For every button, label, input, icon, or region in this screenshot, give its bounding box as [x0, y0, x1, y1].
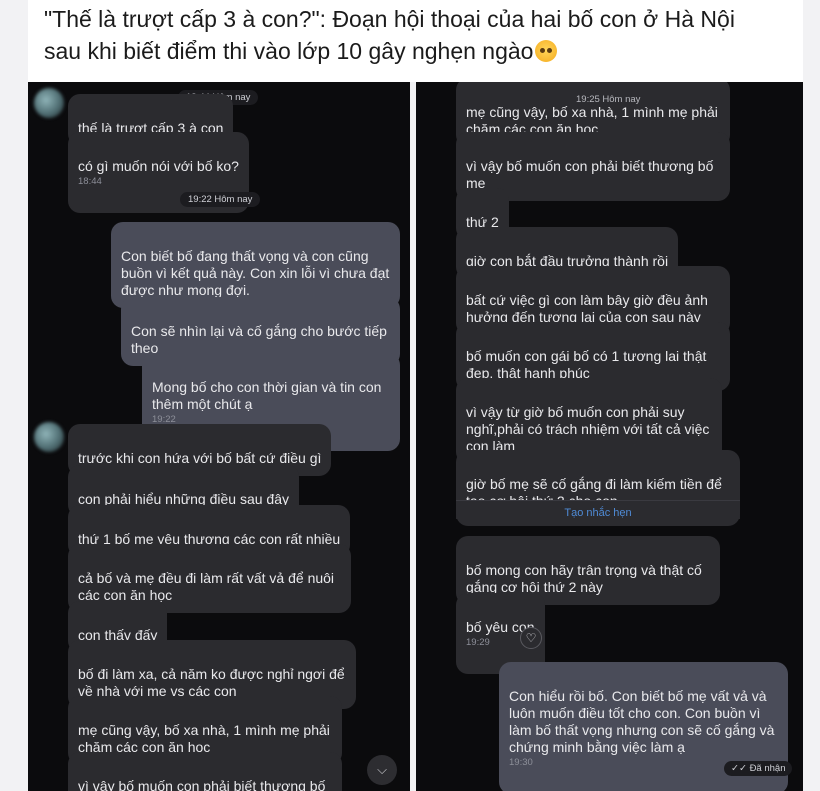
date-stamp: 19:22 Hôm nay	[180, 192, 261, 207]
date-stamp: 19:25 Hôm nay	[576, 94, 641, 105]
headline-line-2: sau khi biết điểm thi vào lớp 10 gây ngh…	[44, 35, 787, 67]
heart-icon[interactable]: ♡	[520, 627, 542, 649]
frame-margin-left	[0, 82, 28, 791]
delivered-status: ✓✓ Đã nhận	[724, 761, 793, 776]
chat-screenshot-left: 18:44 Hôm nay thế là trượt cấp 3 à con c…	[28, 82, 410, 791]
message-bubble[interactable]: vì vậy bố muốn con phải biết thương bố m…	[68, 752, 342, 791]
create-reminder-button[interactable]: Tạo nhắc hẹn	[456, 500, 740, 526]
article-headline: "Thế là trượt cấp 3 à con?": Đoạn hội th…	[28, 0, 803, 82]
frame-margin-right	[803, 82, 820, 791]
chevron-double-down-icon[interactable]: ⌵	[367, 755, 397, 785]
headline-line-1: "Thế là trượt cấp 3 à con?": Đoạn hội th…	[44, 6, 735, 32]
message-bubble-outgoing[interactable]: Con biết bố đang thất vọng và con cũng b…	[111, 222, 400, 308]
pleading-face-emoji-icon	[535, 40, 558, 62]
sender-avatar	[34, 88, 64, 118]
chat-screenshot-right: mẹ cũng vậy, bố xa nhà, 1 mình mẹ phải c…	[416, 82, 803, 791]
double-check-icon: ✓✓	[731, 763, 747, 774]
sender-avatar	[34, 422, 64, 452]
